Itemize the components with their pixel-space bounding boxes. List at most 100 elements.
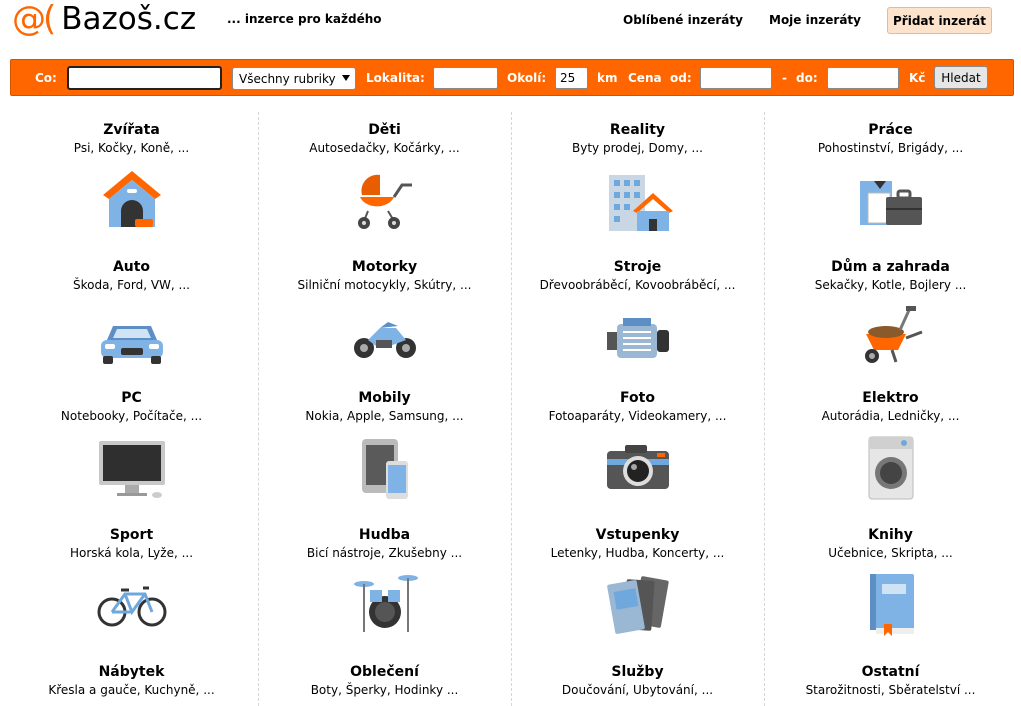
search-button[interactable]: Hledat [934, 66, 988, 89]
category-title[interactable]: Sport [5, 527, 258, 543]
category-subtitle: Autosedačky, Kočárky, ... [309, 141, 460, 155]
category-title[interactable]: Auto [5, 259, 258, 275]
camera-icon[interactable] [603, 435, 673, 501]
category-subtitle: Učebnice, Skripta, ... [828, 546, 953, 560]
wheelbarrow-icon[interactable] [856, 304, 926, 370]
category-mobily: Mobily Nokia, Apple, Samsung, ... [258, 390, 511, 501]
category-subtitle: Pohostinství, Brigády, ... [817, 141, 964, 155]
category-title[interactable]: Zvířata [5, 122, 258, 138]
category-select-value: Všechny rubriky [239, 71, 336, 86]
car-icon[interactable] [97, 304, 167, 370]
category-reality: Reality Byty prodej, Domy, ... [511, 122, 764, 233]
site-logo[interactable]: @( Bazoš.cz [12, 0, 196, 38]
stroller-icon[interactable] [350, 167, 420, 233]
category-motorky: Motorky Silniční motocykly, Skútry, ... [258, 259, 511, 370]
category-subtitle: Dřevoobráběcí, Kovoobráběcí, ... [539, 278, 736, 292]
category-obleceni: Oblečení Boty, Šperky, Hodinky ... [258, 664, 511, 698]
tickets-icon[interactable] [603, 572, 673, 638]
category-prace: Práce Pohostinství, Brigády, ... [764, 122, 1017, 233]
site-tagline: ... inzerce pro každého [227, 12, 382, 26]
category-title[interactable]: Mobily [258, 390, 511, 406]
category-subtitle: Letenky, Hudba, Koncerty, ... [550, 546, 725, 560]
category-title[interactable]: Děti [258, 122, 511, 138]
category-auto: Auto Škoda, Ford, VW, ... [5, 259, 258, 370]
category-subtitle: Silniční motocykly, Skútry, ... [297, 278, 472, 292]
category-hudba: Hudba Bicí nástroje, Zkušebny ... [258, 527, 511, 638]
monitor-icon[interactable] [97, 435, 167, 501]
category-title[interactable]: Ostatní [764, 664, 1017, 680]
engine-icon[interactable] [603, 304, 673, 370]
radius-unit: km [597, 71, 618, 85]
category-title[interactable]: Nábytek [5, 664, 258, 680]
motorcycle-icon[interactable] [350, 304, 420, 370]
category-ostatni: Ostatní Starožitnosti, Sběratelství ... [764, 664, 1017, 698]
favorite-ads-link[interactable]: Oblíbené inzeráty [623, 13, 743, 27]
category-title[interactable]: Elektro [764, 390, 1017, 406]
category-select[interactable]: Všechny rubriky [232, 67, 356, 90]
locality-label: Lokalita: [366, 71, 425, 85]
category-title[interactable]: Stroje [511, 259, 764, 275]
category-subtitle: Škoda, Ford, VW, ... [72, 278, 190, 292]
price-to-input[interactable] [827, 67, 899, 89]
category-title[interactable]: Knihy [764, 527, 1017, 543]
category-subtitle: Starožitnosti, Sběratelství ... [805, 683, 976, 697]
category-title[interactable]: Dům a zahrada [764, 259, 1017, 275]
price-dash: - [782, 71, 787, 85]
briefcase-icon[interactable] [856, 167, 926, 233]
category-subtitle: Autorádia, Ledničky, ... [821, 409, 960, 423]
category-subtitle: Notebooky, Počítače, ... [60, 409, 203, 423]
washing-machine-icon[interactable] [856, 435, 926, 501]
locality-input[interactable] [433, 67, 498, 89]
category-title[interactable]: Služby [511, 664, 764, 680]
logo-symbol: @( [12, 0, 56, 39]
category-stroje: Stroje Dřevoobráběcí, Kovoobráběcí, ... [511, 259, 764, 370]
category-subtitle: Horská kola, Lyže, ... [69, 546, 194, 560]
price-from-label: od: [670, 71, 692, 85]
category-title[interactable]: Foto [511, 390, 764, 406]
phones-icon[interactable] [350, 435, 420, 501]
category-subtitle: Fotoaparáty, Videokamery, ... [548, 409, 727, 423]
drums-icon[interactable] [350, 572, 420, 638]
category-pc: PC Notebooky, Počítače, ... [5, 390, 258, 501]
doghouse-icon[interactable] [97, 167, 167, 233]
category-knihy: Knihy Učebnice, Skripta, ... [764, 527, 1017, 638]
category-title[interactable]: Oblečení [258, 664, 511, 680]
category-sluzby: Služby Doučování, Ubytování, ... [511, 664, 764, 698]
category-title[interactable]: Motorky [258, 259, 511, 275]
category-subtitle: Sekačky, Kotle, Bojlery ... [814, 278, 967, 292]
category-foto: Foto Fotoaparáty, Videokamery, ... [511, 390, 764, 501]
logo-text: Bazoš.cz [61, 1, 197, 37]
category-title[interactable]: Hudba [258, 527, 511, 543]
buildings-icon[interactable] [603, 167, 673, 233]
category-sport: Sport Horská kola, Lyže, ... [5, 527, 258, 638]
category-deti: Děti Autosedačky, Kočárky, ... [258, 122, 511, 233]
my-ads-link[interactable]: Moje inzeráty [769, 13, 861, 27]
category-subtitle: Boty, Šperky, Hodinky ... [310, 683, 459, 697]
radius-input[interactable] [555, 67, 588, 89]
category-title[interactable]: Reality [511, 122, 764, 138]
search-what-input[interactable] [67, 66, 222, 90]
category-vstupenky: Vstupenky Letenky, Hudba, Koncerty, ... [511, 527, 764, 638]
bicycle-icon[interactable] [97, 572, 167, 638]
category-elektro: Elektro Autorádia, Ledničky, ... [764, 390, 1017, 501]
search-bar: Co: Všechny rubriky Lokalita: Okolí: km … [10, 59, 1014, 96]
price-label: Cena [628, 71, 662, 85]
category-subtitle: Nokia, Apple, Samsung, ... [305, 409, 464, 423]
category-title[interactable]: Vstupenky [511, 527, 764, 543]
price-from-input[interactable] [700, 67, 772, 89]
category-subtitle: Psi, Kočky, Koně, ... [73, 141, 190, 155]
category-dum-a-zahrada: Dům a zahrada Sekačky, Kotle, Bojlery ..… [764, 259, 1017, 370]
search-what-label: Co: [35, 71, 57, 85]
radius-label: Okolí: [507, 71, 547, 85]
add-ad-button[interactable]: Přidat inzerát [887, 7, 992, 34]
category-title[interactable]: PC [5, 390, 258, 406]
category-subtitle: Křesla a gauče, Kuchyně, ... [48, 683, 215, 697]
book-icon[interactable] [856, 572, 926, 638]
category-nabytek: Nábytek Křesla a gauče, Kuchyně, ... [5, 664, 258, 698]
category-title[interactable]: Práce [764, 122, 1017, 138]
currency-label: Kč [909, 71, 926, 85]
chevron-down-icon [342, 75, 350, 81]
category-subtitle: Doučování, Ubytování, ... [561, 683, 714, 697]
category-subtitle: Bicí nástroje, Zkušebny ... [306, 546, 463, 560]
category-subtitle: Byty prodej, Domy, ... [572, 141, 703, 155]
